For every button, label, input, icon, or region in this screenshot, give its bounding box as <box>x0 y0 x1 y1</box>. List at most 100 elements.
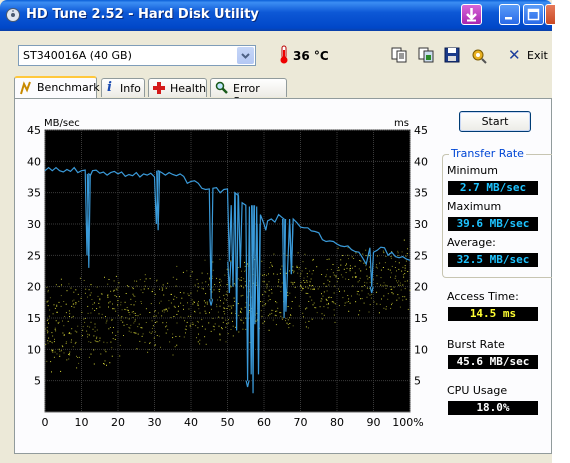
access-time-point <box>52 351 54 353</box>
access-time-point <box>46 329 48 331</box>
access-time-point <box>49 340 51 342</box>
access-time-point <box>109 301 111 303</box>
access-time-point <box>154 293 156 295</box>
access-time-point <box>349 265 351 267</box>
access-time-point <box>176 278 178 280</box>
access-time-point <box>355 276 357 278</box>
access-time-point <box>369 294 371 296</box>
access-time-point <box>47 340 49 342</box>
access-time-point <box>331 301 333 303</box>
access-time-point <box>112 303 113 305</box>
access-time-point <box>129 314 131 316</box>
x-tick-label: 90 <box>367 416 381 429</box>
access-time-point <box>183 317 185 319</box>
y-tick-left-label: 30 <box>27 218 41 231</box>
access-time-point <box>149 331 151 333</box>
y-axis-left-label: MB/sec <box>44 118 80 129</box>
access-time-point <box>226 291 228 293</box>
cpu-usage-label: CPU Usage <box>447 384 508 397</box>
access-time-point <box>351 295 352 297</box>
y-tick-left-label: 5 <box>34 375 41 388</box>
y-tick-right-label: 10 <box>414 343 428 356</box>
access-time-point <box>271 292 273 294</box>
access-time-point <box>68 358 70 360</box>
access-time-point <box>366 282 368 284</box>
access-time-point <box>101 293 103 295</box>
access-time-point <box>128 318 130 320</box>
access-time-point <box>184 328 186 330</box>
access-time-point <box>93 335 95 337</box>
access-time-point <box>134 321 136 322</box>
access-time-point <box>162 288 164 290</box>
access-time-point <box>176 322 178 324</box>
access-time-point <box>368 255 370 256</box>
access-time-point <box>153 315 155 317</box>
access-time-point <box>70 341 72 343</box>
access-time-point <box>262 305 264 307</box>
access-time-point <box>124 308 126 310</box>
access-time-point <box>130 324 132 326</box>
access-time-point <box>349 268 351 270</box>
access-time-point <box>343 268 345 270</box>
access-time-point <box>197 302 199 304</box>
access-time-point <box>84 321 86 323</box>
x-tick-label: 70 <box>294 416 308 429</box>
access-time-point <box>238 331 240 333</box>
access-time-point <box>323 283 325 285</box>
access-time-point <box>97 341 99 343</box>
access-time-point <box>382 267 384 268</box>
access-time-point <box>182 305 184 306</box>
access-time-point <box>138 323 140 325</box>
access-time-point <box>347 295 349 296</box>
access-time-point <box>300 273 302 275</box>
access-time-point <box>385 306 387 308</box>
access-time-point <box>133 304 135 306</box>
access-time-point <box>368 276 370 278</box>
access-time-point <box>59 350 61 352</box>
access-time-point <box>270 288 272 290</box>
access-time-point <box>86 330 88 332</box>
access-time-point <box>165 332 167 334</box>
y-tick-left-label: 20 <box>27 281 41 294</box>
access-time-point <box>317 288 319 290</box>
access-time-point <box>346 263 347 265</box>
access-time-point <box>68 353 70 355</box>
access-time-point <box>313 302 315 304</box>
start-button[interactable]: Start <box>459 111 531 132</box>
access-time-point <box>46 301 48 303</box>
access-time-point <box>334 285 336 287</box>
access-time-point <box>216 277 217 279</box>
access-time-point <box>371 293 373 295</box>
access-time-point <box>154 345 156 347</box>
access-time-point <box>367 278 369 280</box>
access-time-point <box>326 259 328 260</box>
access-time-point <box>228 319 229 321</box>
access-time-point <box>352 276 354 278</box>
hd-tune-window: HD Tune 2.52 - Hard Disk Utility ST34001… <box>0 0 555 463</box>
access-time-point <box>294 286 296 288</box>
access-time-point <box>111 355 113 357</box>
access-time-point <box>170 302 172 304</box>
access-time-point <box>306 281 308 283</box>
access-time-point <box>132 293 134 295</box>
access-time-point <box>273 253 275 255</box>
access-time-point <box>197 305 199 306</box>
access-time-point <box>60 305 62 307</box>
access-time-point <box>204 336 206 338</box>
access-time-point <box>59 354 61 356</box>
access-time-point <box>237 303 239 305</box>
access-time-point <box>178 305 179 307</box>
access-time-point <box>119 355 121 357</box>
access-time-point <box>96 341 98 343</box>
access-time-point <box>216 306 218 308</box>
y-tick-right-label: 35 <box>414 187 428 200</box>
access-time-point <box>73 306 75 308</box>
y-tick-left-label: 45 <box>27 124 41 137</box>
access-time-point <box>190 323 192 325</box>
access-time-point <box>163 309 165 311</box>
access-time-point <box>219 296 221 298</box>
access-time-point <box>321 293 322 295</box>
access-time-point <box>90 353 92 355</box>
access-time-point <box>212 325 214 327</box>
access-time-point <box>120 304 122 306</box>
